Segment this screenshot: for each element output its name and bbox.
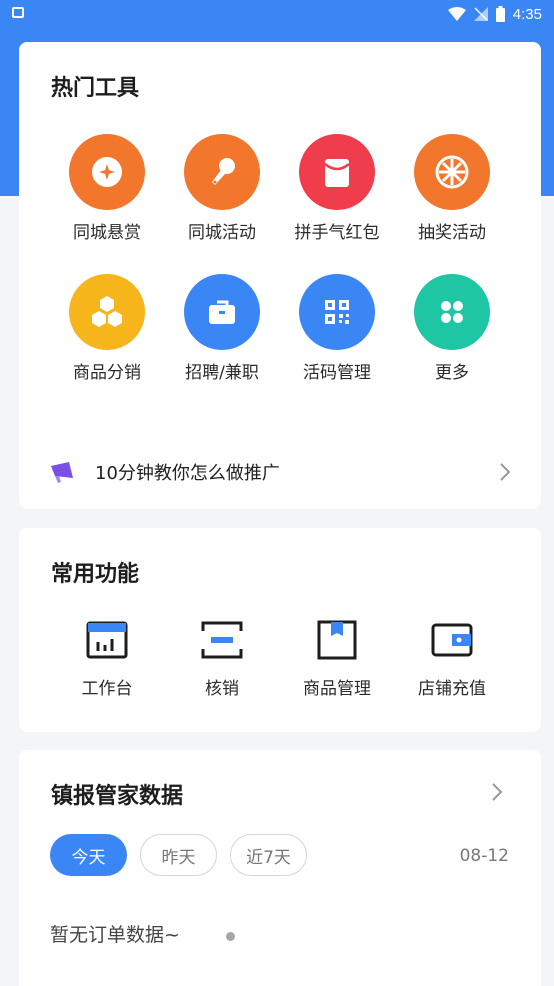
tool-zhaopin-jianzhi[interactable]: 招聘/兼职: [167, 274, 277, 383]
tool-label: 商品分销: [73, 363, 141, 383]
tool-choujiang-huodong[interactable]: 抽奖活动: [397, 134, 507, 243]
status-time: 4:35: [512, 5, 542, 23]
common-functions-card: 常用功能 工作台 核销 商品管理 店铺充值: [19, 528, 541, 732]
hot-tools-title: 热门工具: [51, 76, 140, 101]
microphone-icon: [184, 134, 260, 210]
tool-tongcheng-xuanshang[interactable]: 同城悬赏: [52, 134, 162, 243]
tool-tongcheng-huodong[interactable]: 同城活动: [167, 134, 277, 243]
tool-more[interactable]: 更多: [397, 274, 507, 383]
data-title: 镇报管家数据: [51, 784, 184, 809]
func-store-recharge[interactable]: 店铺充值: [397, 618, 507, 699]
notification-icon: [12, 7, 24, 18]
tool-label: 活码管理: [303, 363, 371, 383]
tool-huoma-guanli[interactable]: 活码管理: [282, 274, 392, 383]
empty-state-text: 暂无订单数据~: [50, 924, 180, 946]
func-workbench[interactable]: 工作台: [52, 618, 162, 699]
scan-icon: [200, 618, 244, 662]
chevron-right-icon[interactable]: [491, 782, 503, 802]
status-bar: 4:35: [0, 0, 554, 28]
dashboard-icon: [85, 618, 129, 662]
common-functions-title: 常用功能: [51, 562, 140, 587]
func-verify[interactable]: 核销: [167, 618, 277, 699]
promo-banner[interactable]: 10分钟教你怎么做推广: [49, 450, 511, 494]
func-label: 工作台: [81, 679, 133, 699]
tool-label: 抽奖活动: [418, 223, 486, 243]
wifi-icon: [447, 7, 466, 21]
box-icon: [315, 618, 359, 662]
tab-today[interactable]: 今天: [50, 834, 127, 876]
lucky-wheel-icon: [414, 134, 490, 210]
megaphone-icon: [51, 462, 73, 483]
tool-label: 更多: [435, 363, 469, 383]
battery-icon: [495, 6, 505, 22]
loading-dot: [226, 932, 235, 941]
hexagons-icon: [69, 274, 145, 350]
tab-yesterday[interactable]: 昨天: [140, 834, 217, 876]
func-label: 核销: [205, 679, 239, 699]
red-envelope-icon: [299, 134, 375, 210]
tool-label: 招聘/兼职: [185, 363, 259, 383]
no-signal-icon: [473, 7, 488, 21]
func-label: 商品管理: [303, 679, 371, 699]
tool-pinshouqi-hongbao[interactable]: 拼手气红包: [282, 134, 392, 243]
hot-tools-card: 热门工具 同城悬赏 同城活动 拼手气红包 抽奖活动 商品分销 招聘/兼职 活码管…: [19, 42, 541, 509]
tool-label: 拼手气红包: [294, 223, 380, 243]
coin-icon: [69, 134, 145, 210]
func-product-management[interactable]: 商品管理: [282, 618, 392, 699]
chevron-right-icon: [500, 463, 511, 481]
tool-label: 同城悬赏: [73, 223, 141, 243]
briefcase-icon: [184, 274, 260, 350]
wallet-icon: [430, 618, 474, 662]
tool-label: 同城活动: [188, 223, 256, 243]
qrcode-icon: [299, 274, 375, 350]
data-card: 镇报管家数据 今天 昨天 近7天 08-12 暂无订单数据~: [19, 750, 541, 986]
func-label: 店铺充值: [418, 679, 486, 699]
promo-text: 10分钟教你怎么做推广: [95, 463, 280, 484]
tab-last-7-days[interactable]: 近7天: [230, 834, 307, 876]
tool-shangpin-fenxiao[interactable]: 商品分销: [52, 274, 162, 383]
date-label: 08-12: [459, 846, 509, 866]
clover-icon: [414, 274, 490, 350]
